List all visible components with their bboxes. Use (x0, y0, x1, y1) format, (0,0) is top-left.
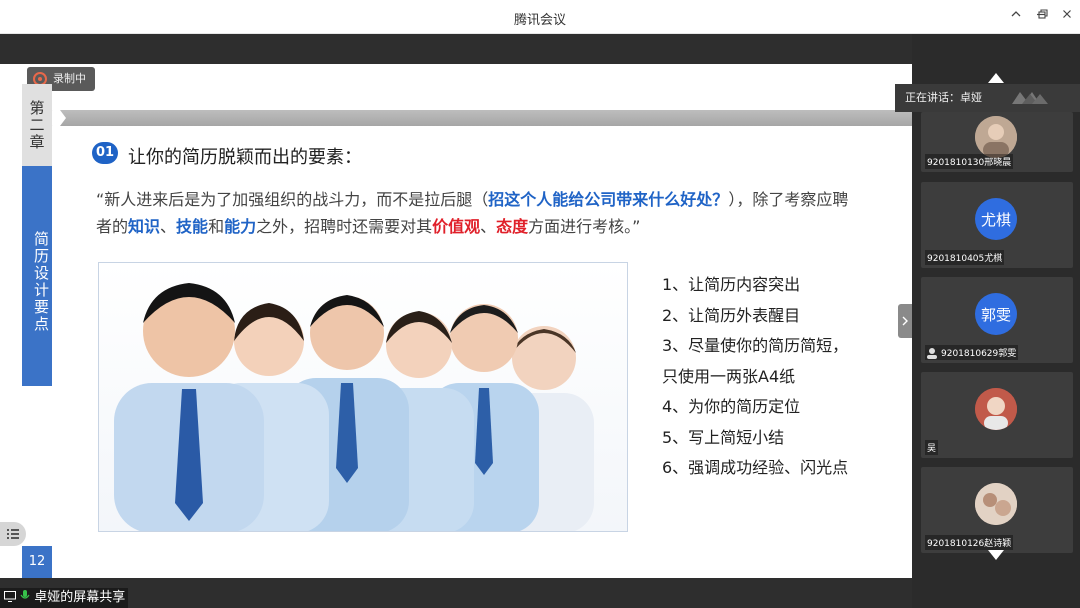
quote-part: 方面进行考核。” (528, 217, 641, 236)
band-arrow-icon (52, 110, 66, 126)
speaking-indicator: 正在讲话：卓娅 (895, 84, 1080, 112)
quote-highlight: 知识 (128, 217, 161, 236)
participant-name: 9201810126赵诗颖 (925, 535, 1014, 550)
participant-avatar (975, 116, 1017, 158)
list-item: 只使用一两张A4纸 (662, 366, 796, 386)
participant-tile[interactable]: 9201810126赵诗颖 (921, 467, 1073, 553)
participant-tile[interactable]: 9201810130邢晓晨 (921, 112, 1073, 172)
participant-tile[interactable]: 吴 (921, 372, 1073, 458)
quote-part: 和 (208, 217, 225, 236)
quote-text: “新人进来后是为了加强组织的战斗力，而不是拉后腿（招这个人能给公司带来什么好处？… (96, 186, 856, 240)
window-title: 腾讯会议 (513, 13, 566, 28)
close-icon[interactable] (1058, 8, 1076, 26)
participant-name: 吴 (925, 440, 939, 455)
team-photo (98, 262, 628, 532)
quote-highlight: 招这个人能给公司带来什么好处？ (488, 190, 729, 209)
chapter-tab: 第二章 (22, 84, 52, 166)
section-tab: 简历设计要点 (22, 166, 52, 386)
scroll-down-icon[interactable] (988, 550, 1004, 560)
list-icon (7, 529, 19, 539)
list-item: 1、让简历内容突出 (662, 275, 801, 294)
restore-button[interactable] (1034, 8, 1052, 26)
screen-icon (4, 591, 16, 602)
quote-part: “新人进来后是为了加强组织的战斗力，而不是拉后腿（ (96, 190, 489, 209)
photo-avatar-icon (975, 388, 1017, 430)
participant-avatar: 尤棋 (975, 198, 1017, 240)
recording-label: 录制中 (53, 72, 86, 85)
quote-part: 、 (480, 217, 497, 236)
list-item: 5、写上简短小结 (662, 427, 785, 447)
participant-name: 9201810405尤棋 (925, 250, 1005, 265)
screen-share-name: 卓娅的屏幕共享 (34, 590, 126, 605)
quote-highlight: 技能 (176, 217, 209, 236)
key-points-list: 1、让简历内容突出 2、让简历外表醒目 3、尽量使你的简历简短， 只使用一两张A… (662, 270, 902, 484)
speaking-label: 正在讲话：卓娅 (905, 91, 982, 104)
slide-menu-button[interactable] (0, 522, 26, 546)
participant-name: 9201810130邢晓晨 (925, 154, 1014, 169)
collapse-panel-button[interactable] (898, 304, 912, 338)
header-band (52, 110, 912, 126)
list-item: 4、为你的简历定位 (662, 397, 801, 416)
participant-name: 9201810629郭雯 (925, 345, 1019, 360)
list-item: 6、强调成功经验、闪光点 (662, 458, 849, 477)
participant-avatar (975, 483, 1017, 525)
participant-tile[interactable]: 尤棋 9201810405尤棋 (921, 182, 1073, 268)
page-number: 12 (22, 546, 52, 578)
pin-icon[interactable] (1007, 8, 1025, 26)
quote-part: 之外，招聘时还需要对其 (256, 217, 433, 236)
title-bar: 腾讯会议 (0, 0, 1080, 34)
slide-heading: 让你的简历脱颖而出的要素： (128, 147, 362, 168)
microphone-icon (20, 590, 30, 599)
photo-avatar-icon (975, 483, 1017, 525)
chevron-right-icon (902, 316, 908, 326)
quote-highlight: 价值观 (432, 217, 481, 236)
photo-avatar-icon (975, 116, 1017, 158)
list-item: 2、让简历外表醒目 (662, 305, 801, 325)
quote-part: 、 (160, 217, 177, 236)
screen-share-label: 卓娅的屏幕共享 (0, 588, 128, 608)
tencent-logo-icon (1012, 92, 1048, 104)
team-photo-illustration (114, 283, 594, 531)
quote-highlight: 能力 (224, 217, 257, 236)
heading-number-badge: 01 (92, 142, 118, 164)
participant-avatar: 郭雯 (975, 293, 1017, 335)
quote-highlight: 态度 (496, 217, 529, 236)
participant-avatar (975, 388, 1017, 430)
scroll-up-icon[interactable] (988, 73, 1004, 83)
participant-tile[interactable]: 郭雯 9201810629郭雯 (921, 277, 1073, 363)
user-avatar-icon (927, 348, 937, 359)
list-item: 3、尽量使你的简历简短， (662, 336, 849, 355)
